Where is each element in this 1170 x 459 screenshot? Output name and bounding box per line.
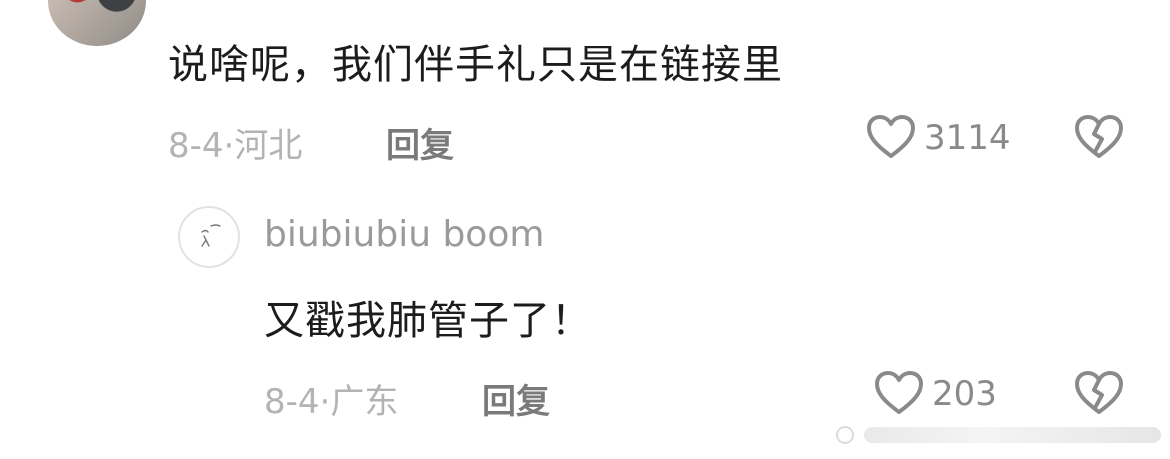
reply-date: 8-4	[264, 382, 320, 422]
comment-location: 河北	[234, 126, 303, 166]
meta-separator: ·	[223, 126, 235, 166]
reply-text: 又戳我肺管子了！	[264, 298, 592, 344]
reply-location: 广东	[330, 382, 399, 422]
broken-heart-icon[interactable]	[1074, 370, 1124, 416]
commenter-avatar[interactable]	[48, 0, 146, 46]
reply-like-count: 203	[932, 374, 997, 414]
comment-date: 8-4	[168, 126, 224, 166]
broken-heart-icon[interactable]	[1074, 114, 1124, 160]
watermark	[836, 424, 1161, 446]
watermark-logo	[836, 426, 854, 444]
heart-outline-icon[interactable]	[874, 370, 924, 416]
sketch-avatar-icon	[201, 224, 221, 247]
heart-outline-icon[interactable]	[866, 114, 916, 160]
comment-text: 说啥呢，我们伴手礼只是在链接里	[168, 42, 783, 88]
reply-username[interactable]: biubiubiu boom	[264, 214, 544, 255]
reply-button[interactable]: 回复	[386, 118, 454, 167]
like-count: 3114	[924, 118, 1011, 158]
watermark-bar	[864, 427, 1161, 443]
meta-separator: ·	[319, 382, 331, 422]
comment-meta: 8-4·河北	[168, 118, 302, 167]
reply-to-reply-button[interactable]: 回复	[482, 374, 550, 423]
reply-avatar[interactable]	[178, 206, 240, 268]
reply-meta: 8-4·广东	[264, 374, 398, 423]
